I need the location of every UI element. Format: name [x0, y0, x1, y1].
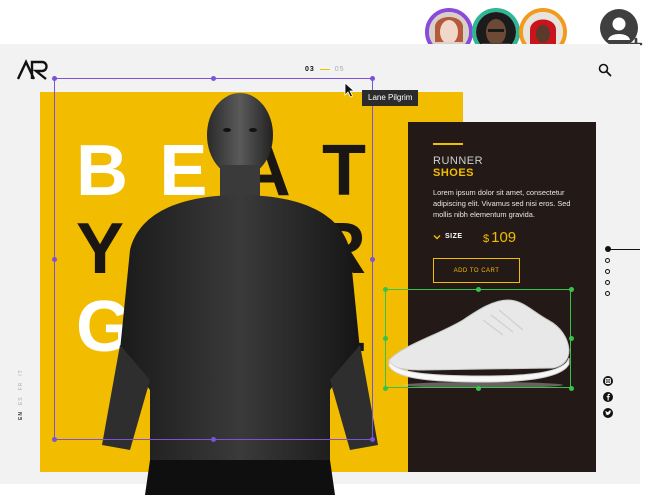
- resize-handle[interactable]: [211, 76, 216, 81]
- collaborator-cursor-label: Lane Pilgrim: [362, 90, 419, 106]
- side-nav-active-dot[interactable]: [605, 246, 611, 252]
- canvas: 03 05 B E A T Y O U R G O A L: [0, 0, 660, 495]
- add-to-cart-button[interactable]: ADD TO CART: [433, 258, 520, 283]
- slide-pager: 03 05: [305, 66, 345, 73]
- resize-handle[interactable]: [569, 287, 574, 292]
- side-nav-dot[interactable]: [605, 291, 610, 296]
- athlete-selection-box[interactable]: [54, 78, 373, 440]
- resize-handle[interactable]: [569, 386, 574, 391]
- language-option[interactable]: EN: [18, 411, 24, 420]
- instagram-icon[interactable]: [603, 376, 613, 386]
- resize-handle[interactable]: [370, 437, 375, 442]
- product-price: $109: [483, 229, 516, 246]
- side-nav-line: [610, 249, 640, 250]
- resize-handle[interactable]: [370, 76, 375, 81]
- resize-handle[interactable]: [52, 437, 57, 442]
- resize-handle[interactable]: [569, 336, 574, 341]
- resize-handle[interactable]: [370, 257, 375, 262]
- resize-handle[interactable]: [211, 437, 216, 442]
- product-description: Lorem ipsum dolor sit amet, consectetur …: [433, 188, 571, 219]
- side-nav-dot[interactable]: [605, 258, 610, 263]
- twitter-icon[interactable]: [603, 408, 613, 418]
- pager-progress: [319, 68, 330, 70]
- side-nav-dot[interactable]: [605, 280, 610, 285]
- resize-handle[interactable]: [383, 287, 388, 292]
- side-nav-dot[interactable]: [605, 269, 610, 274]
- search-icon[interactable]: [598, 63, 612, 77]
- resize-handle[interactable]: [383, 336, 388, 341]
- product-subtitle: SHOES: [433, 167, 475, 179]
- chevron-down-icon: [433, 234, 441, 239]
- brand-logo[interactable]: [17, 59, 51, 81]
- resize-handle[interactable]: [476, 386, 481, 391]
- pager-current: 03: [305, 66, 315, 73]
- shoe-selection-box[interactable]: [385, 289, 571, 388]
- price-currency: $: [483, 233, 490, 245]
- price-value: 109: [491, 229, 517, 246]
- language-option[interactable]: IT: [18, 369, 24, 375]
- resize-handle[interactable]: [52, 76, 57, 81]
- resize-handle[interactable]: [476, 287, 481, 292]
- product-title: RUNNER: [433, 155, 484, 167]
- size-selector[interactable]: SIZE: [433, 233, 463, 240]
- facebook-icon[interactable]: [603, 392, 613, 402]
- language-option[interactable]: ES: [18, 396, 24, 405]
- resize-handle[interactable]: [383, 386, 388, 391]
- language-option[interactable]: FR: [18, 382, 24, 391]
- social-links: [603, 376, 613, 418]
- pager-total: 05: [334, 66, 345, 73]
- language-switcher: EN ES FR IT: [18, 369, 24, 420]
- cursor-icon: [344, 82, 356, 98]
- size-label: SIZE: [445, 233, 463, 240]
- card-accent-line: [433, 143, 463, 145]
- side-nav-dots: [605, 258, 610, 296]
- resize-handle[interactable]: [52, 257, 57, 262]
